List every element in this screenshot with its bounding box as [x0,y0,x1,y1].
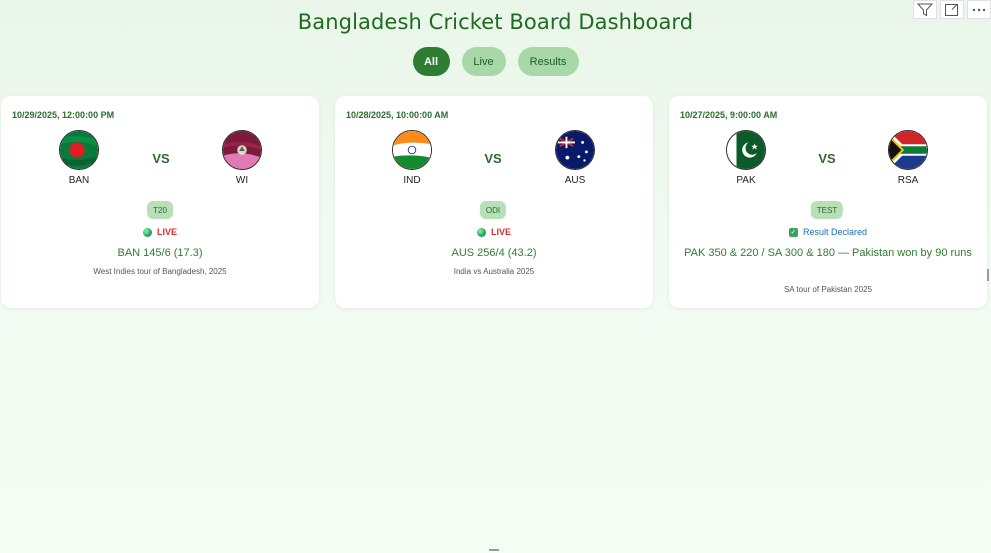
match-datetime: 10/29/2025, 12:00:00 PM [12,110,115,120]
live-status-label: LIVE [156,227,177,237]
match-score: BAN 145/6 (17.3) [117,247,203,259]
south-africa-flag-icon [888,130,928,170]
match-status: LIVE [1,227,319,237]
vs-label: VS [484,151,502,166]
match-status: LIVE [335,227,653,237]
match-datetime: 10/28/2025, 10:00:00 AM [346,110,449,120]
match-score: PAK 350 & 220 / SA 300 & 180 — Pakistan … [684,247,972,259]
bangladesh-flag-icon [59,130,99,170]
format-badge: ODI [479,201,507,219]
match-datetime: 10/27/2025, 9:00:00 AM [680,110,778,120]
india-flag-icon [392,130,432,170]
match-score: AUS 256/4 (43.2) [451,247,537,259]
series-name: SA tour of Pakistan 2025 [783,285,873,294]
match-card[interactable]: 10/27/2025, 9:00:00 AM PAK VS RSA TEST ✓… [669,96,987,308]
west-indies-flag-icon [222,130,262,170]
australia-flag-icon [555,130,595,170]
live-indicator-icon [476,227,486,237]
resize-handle-bottom[interactable] [489,549,499,551]
pakistan-flag-icon [726,130,766,170]
series-name: West Indies tour of Bangladesh, 2025 [93,267,227,276]
filter-all-button[interactable]: All [412,47,450,76]
team2-name: RSA [897,175,919,186]
live-status-label: LIVE [490,227,511,237]
resize-handle-right[interactable] [987,269,989,281]
result-status-label: Result Declared [802,227,868,237]
format-badge: T20 [147,201,173,219]
filter-live-button[interactable]: Live [461,47,506,76]
checkbox-icon: ✓ [788,227,798,237]
vs-label: VS [152,151,170,166]
match-status: ✓ Result Declared [669,227,987,237]
live-indicator-icon [142,227,152,237]
series-name: India vs Australia 2025 [453,267,535,276]
page-title: Bangladesh Cricket Board Dashboard [297,10,694,34]
team2-name: WI [235,175,249,186]
team1-name: BAN [68,175,90,186]
format-badge: TEST [810,201,844,219]
vs-label: VS [818,151,836,166]
team1-name: PAK [736,175,756,186]
team2-name: AUS [564,175,586,186]
filter-results-button[interactable]: Results [517,47,579,76]
match-card[interactable]: 10/29/2025, 12:00:00 PM BAN VS WI T20 LI… [1,96,319,308]
match-card[interactable]: 10/28/2025, 10:00:00 AM IND VS AUS ODI L… [335,96,653,308]
team1-name: IND [403,175,421,186]
filter-bar: All Live Results [0,47,991,76]
